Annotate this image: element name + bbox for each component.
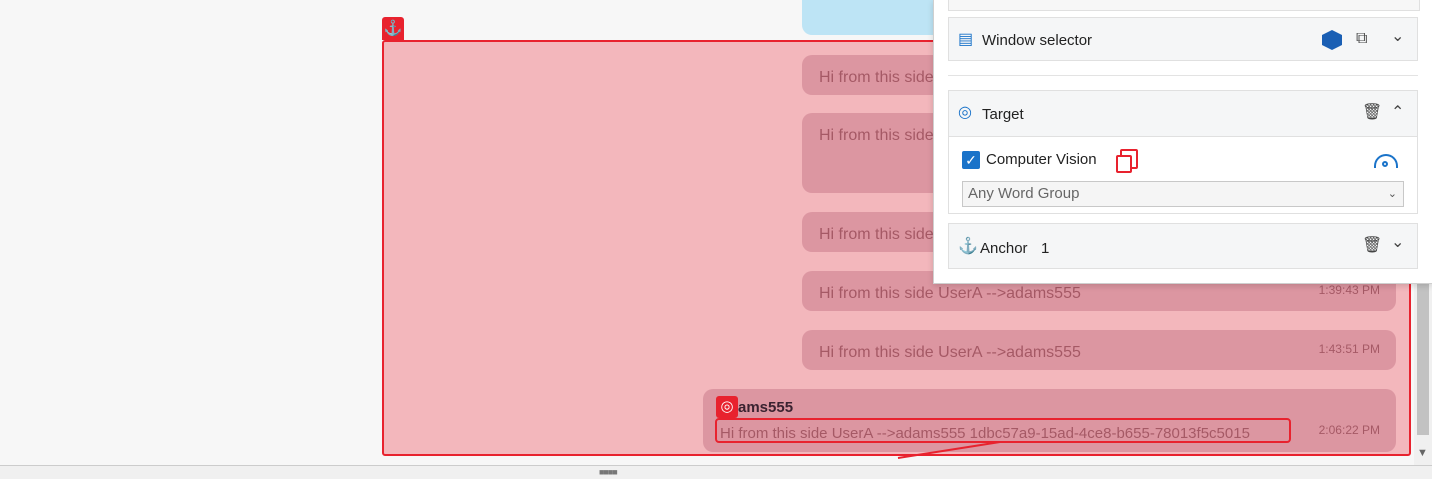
checkmark-icon: ✓ bbox=[965, 152, 977, 168]
section-remnant bbox=[948, 0, 1420, 11]
window-icon: ▤ bbox=[958, 31, 974, 48]
scroll-down-icon[interactable]: ▼ bbox=[1417, 447, 1428, 459]
message-bubble-partial bbox=[802, 0, 942, 35]
window-selector-section[interactable]: ▤ Window selector ⧉ ⌄ bbox=[948, 17, 1418, 61]
anchor-count: 1 bbox=[1041, 240, 1050, 257]
chevron-down-icon: ⌄ bbox=[1387, 188, 1397, 200]
anchor-link-line bbox=[897, 441, 1001, 459]
anchor-icon: ⚓ bbox=[958, 238, 978, 255]
anchor-icon: ⚓ bbox=[382, 17, 404, 40]
anchor-title: Anchor bbox=[980, 240, 1028, 257]
resize-bar[interactable]: ■■■■ bbox=[0, 465, 1432, 479]
window-selector-title: Window selector bbox=[982, 32, 1093, 49]
copy-icon[interactable] bbox=[1116, 149, 1138, 173]
divider bbox=[948, 75, 1418, 76]
target-title: Target bbox=[982, 106, 1024, 123]
anchor-section[interactable]: ⚓ Anchor 1 🗑 ⌄ bbox=[948, 223, 1418, 269]
message-sender: ams555 bbox=[738, 399, 794, 416]
computer-vision-label: Computer Vision bbox=[986, 151, 1097, 168]
target-icon: ◎ bbox=[716, 396, 738, 418]
target-header[interactable]: ◎ Target 🗑 ⌃ bbox=[949, 91, 1417, 137]
chevron-down-icon[interactable]: ⌄ bbox=[1391, 29, 1404, 45]
chevron-up-icon[interactable]: ⌃ bbox=[1391, 105, 1404, 121]
chevron-down-icon[interactable]: ⌄ bbox=[1391, 235, 1404, 251]
resize-grip-icon[interactable]: ■■■■ bbox=[599, 467, 618, 477]
delete-icon[interactable]: 🗑 bbox=[1362, 105, 1382, 121]
word-group-value: Any Word Group bbox=[968, 185, 1080, 202]
copy-icon[interactable]: ⧉ bbox=[1356, 31, 1367, 47]
target-icon: ◎ bbox=[958, 104, 972, 121]
selector-hex-icon[interactable] bbox=[1322, 30, 1342, 50]
selector-panel: ▤ Window selector ⧉ ⌄ ◎ Target 🗑 ⌃ ✓ Com… bbox=[933, 0, 1432, 284]
computer-vision-checkbox[interactable]: ✓ bbox=[962, 151, 980, 169]
word-group-select[interactable]: Any Word Group ⌄ bbox=[962, 181, 1404, 207]
delete-icon[interactable]: 🗑 bbox=[1362, 238, 1382, 254]
